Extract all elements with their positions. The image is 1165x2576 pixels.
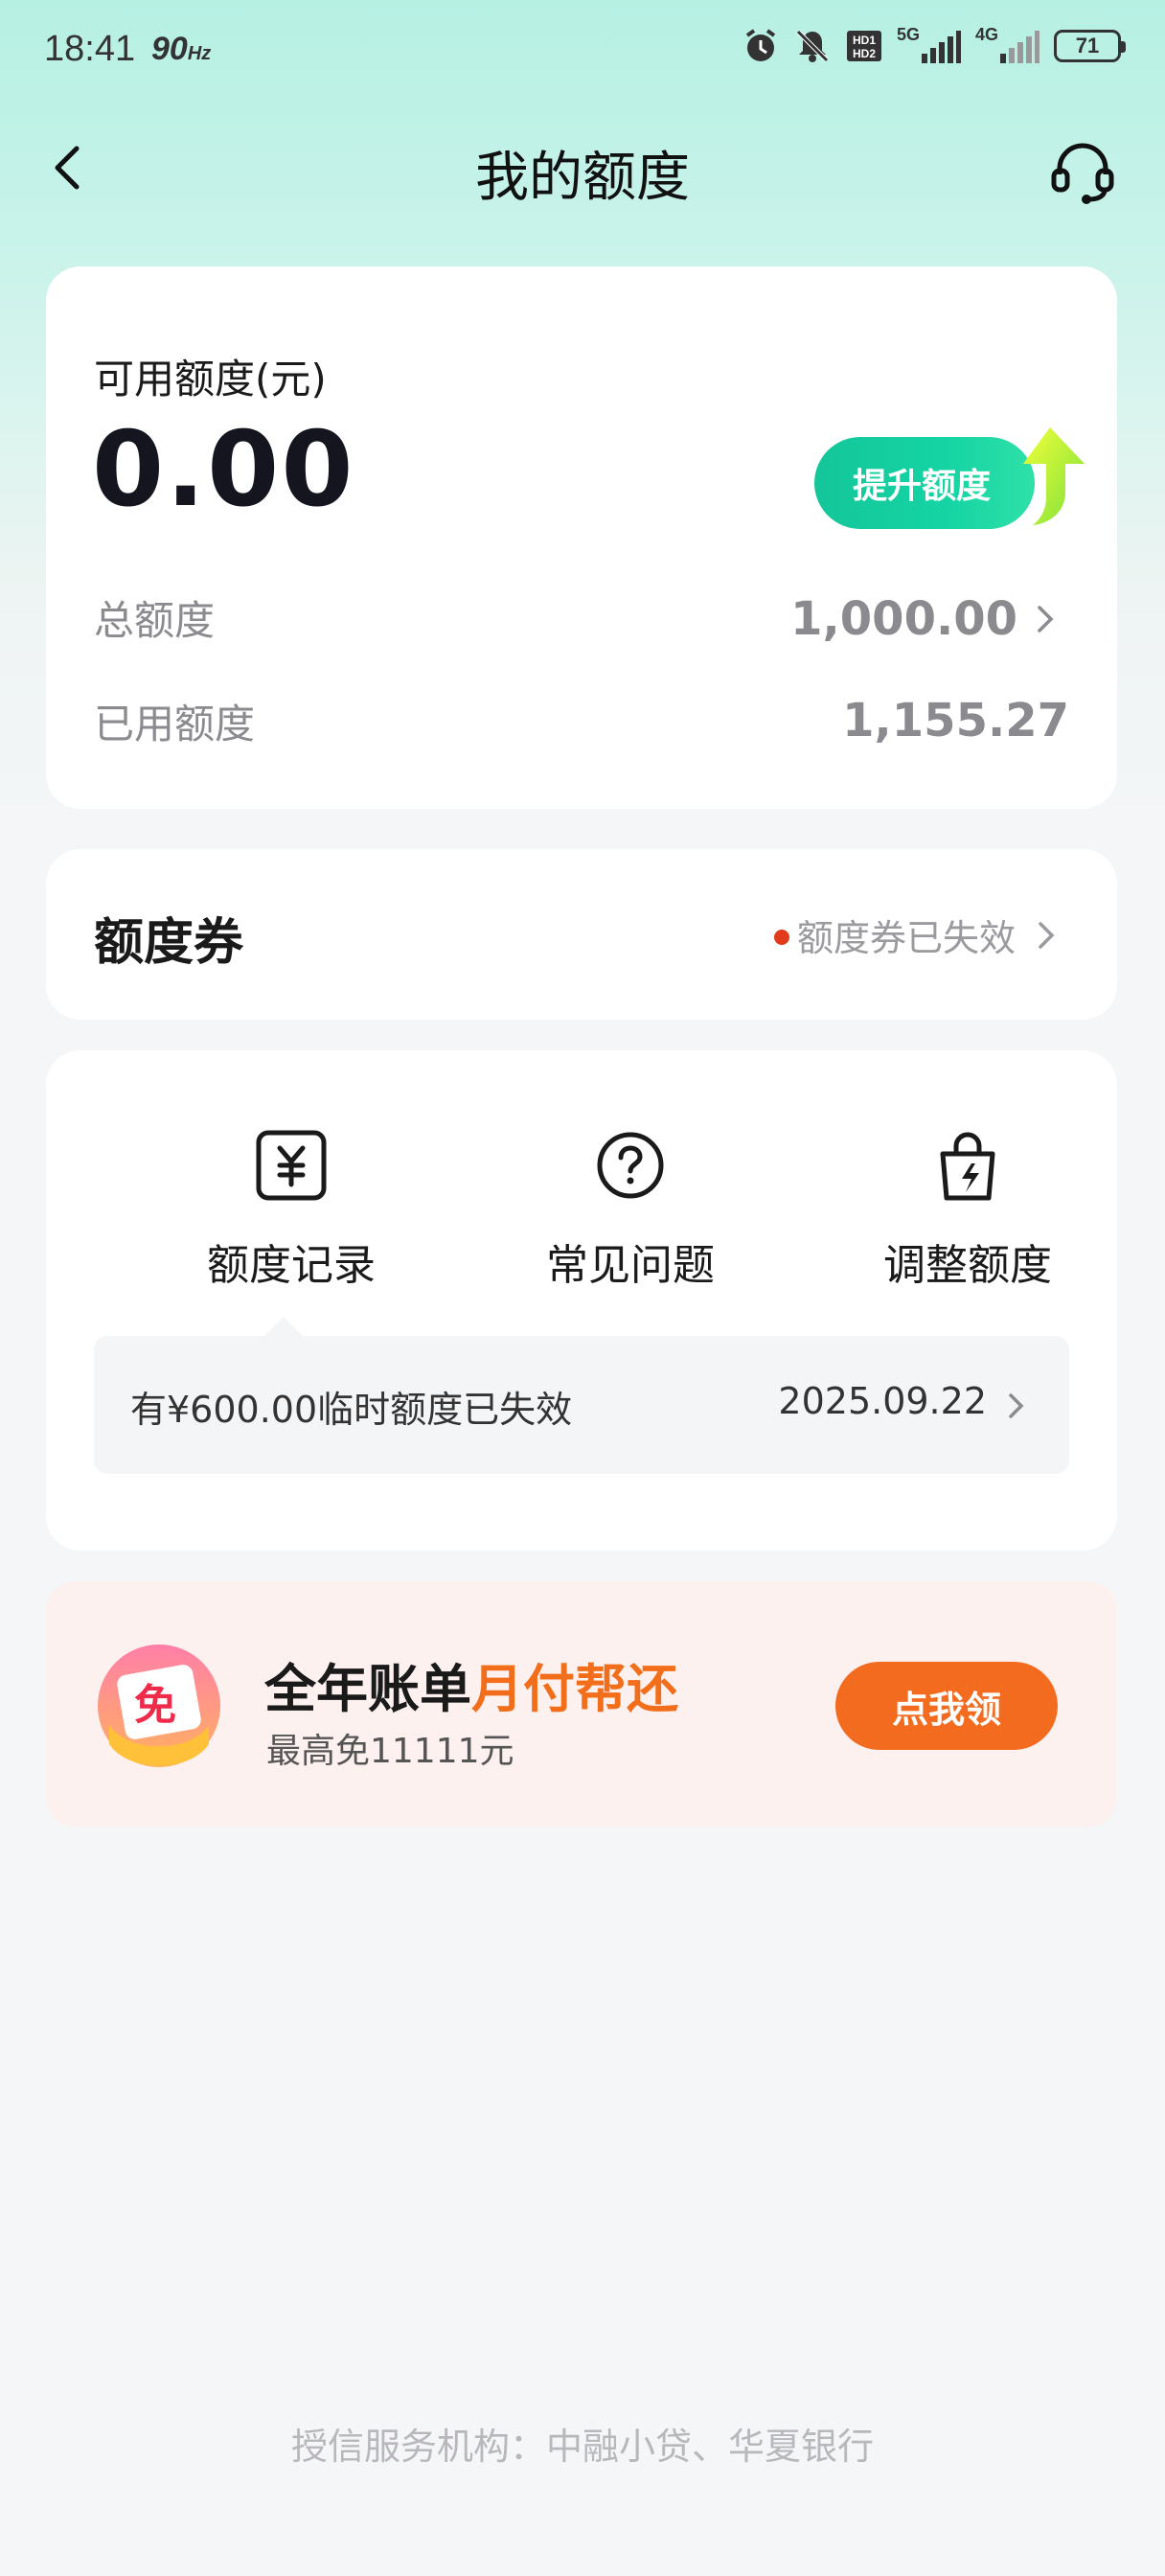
available-credit-label: 可用额度(元) bbox=[94, 356, 327, 402]
credit-coupon-row[interactable]: 额度券 额度券已失效 bbox=[46, 849, 1117, 1020]
promo-title: 全年账单月付帮还 bbox=[264, 1646, 678, 1722]
notice-date: 2025.09.22 bbox=[778, 1380, 987, 1422]
headset-icon[interactable] bbox=[1048, 136, 1117, 205]
signal-4g-icon: 4G bbox=[974, 24, 1040, 65]
refresh-rate-value: 90 bbox=[151, 31, 188, 67]
chevron-right-icon bbox=[1004, 1388, 1029, 1424]
promo-title-prefix: 全年账单 bbox=[264, 1659, 471, 1719]
coupon-status: 额度券已失效 bbox=[797, 917, 1017, 959]
promo-title-highlight: 月付帮还 bbox=[471, 1659, 678, 1719]
mute-bell-icon bbox=[793, 27, 832, 65]
chevron-right-icon bbox=[1033, 916, 1060, 954]
question-circle-icon bbox=[590, 1125, 671, 1206]
available-credit-value: 0.00 bbox=[92, 410, 355, 530]
total-credit-label: 总额度 bbox=[94, 597, 216, 644]
svg-text:HD1: HD1 bbox=[853, 34, 876, 47]
action-faq[interactable]: 常见问题 bbox=[506, 1125, 755, 1292]
network-5g-label: 5G bbox=[896, 24, 920, 44]
network-4g-label: 4G bbox=[974, 24, 998, 44]
free-coupon-logo-icon: 免 bbox=[96, 1643, 222, 1769]
nav-bar: 我的额度 bbox=[0, 115, 1165, 220]
refresh-rate-unit: Hz bbox=[187, 43, 212, 64]
credit-summary-card: 可用额度(元) 0.00 提升额度 总额度 1,000.00 已用额度 1,15… bbox=[46, 266, 1117, 809]
status-time: 18:41 bbox=[44, 29, 136, 69]
claim-button[interactable]: 点我领 bbox=[835, 1662, 1058, 1750]
status-icons: HD1 HD2 5G 4G 71 bbox=[742, 24, 1126, 65]
total-credit-value[interactable]: 1,000.00 bbox=[790, 592, 1017, 646]
yen-receipt-icon bbox=[251, 1125, 331, 1206]
logo-char: 免 bbox=[134, 1681, 176, 1730]
raise-credit-label: 提升额度 bbox=[853, 467, 992, 506]
promo-subtitle: 最高免11111元 bbox=[266, 1732, 514, 1771]
action-credit-records[interactable]: 额度记录 bbox=[167, 1125, 416, 1292]
notice-pointer bbox=[264, 1317, 303, 1336]
page-title: 我的额度 bbox=[475, 147, 690, 209]
refresh-rate: 90Hz bbox=[151, 31, 211, 68]
battery-indicator: 71 bbox=[1054, 30, 1126, 62]
quick-actions-card: 额度记录 常见问题 调整额度 有¥600.00临时额度已失效 2025.09.2… bbox=[46, 1050, 1117, 1551]
alarm-icon bbox=[742, 27, 780, 65]
status-bar: 18:41 90Hz HD1 HD2 5G 4G 71 bbox=[0, 0, 1165, 105]
expired-temp-credit-notice[interactable]: 有¥600.00临时额度已失效 2025.09.22 bbox=[94, 1336, 1069, 1474]
footer-institutions: 授信服务机构：中融小贷、华夏银行 bbox=[290, 2426, 874, 2468]
signal-5g-icon: 5G bbox=[896, 24, 962, 65]
status-dot bbox=[774, 930, 789, 945]
chevron-right-icon[interactable] bbox=[1031, 600, 1060, 638]
page: 18:41 90Hz HD1 HD2 5G 4G 71 我的额度 可用额度(元)… bbox=[0, 0, 1165, 2576]
notice-text: 有¥600.00临时额度已失效 bbox=[130, 1389, 573, 1431]
up-arrow-icon bbox=[985, 420, 1090, 535]
action-label: 额度记录 bbox=[207, 1241, 376, 1290]
used-credit-value: 1,155.27 bbox=[842, 694, 1069, 748]
action-label: 常见问题 bbox=[546, 1241, 715, 1290]
lightning-bag-icon bbox=[927, 1125, 1008, 1206]
svg-text:HD2: HD2 bbox=[853, 47, 876, 60]
coupon-title: 额度券 bbox=[94, 914, 244, 972]
used-credit-label: 已用额度 bbox=[94, 701, 256, 748]
action-label: 调整额度 bbox=[883, 1241, 1052, 1290]
promo-banner[interactable]: 免 全年账单月付帮还 最高免11111元 点我领 bbox=[46, 1581, 1117, 1827]
action-adjust-credit[interactable]: 调整额度 bbox=[843, 1125, 1092, 1292]
hd-icon: HD1 HD2 bbox=[845, 27, 883, 65]
